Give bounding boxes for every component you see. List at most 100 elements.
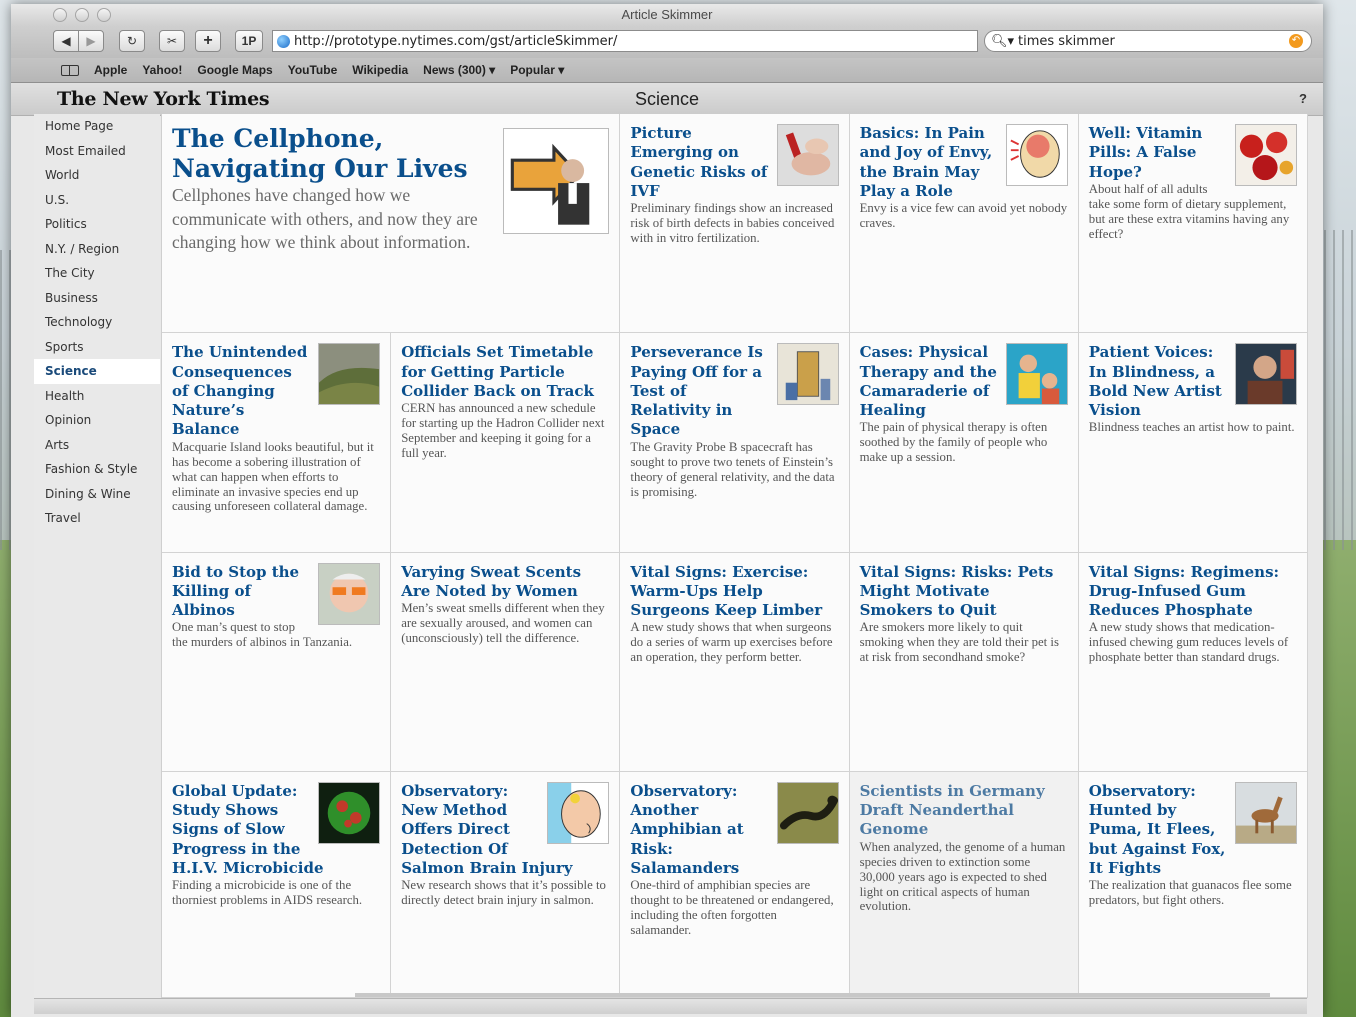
bookmarks-bar: Apple Yahoo! Google Maps YouTube Wikiped… bbox=[11, 58, 1323, 83]
back-button[interactable]: ◀ bbox=[53, 30, 79, 52]
article-card[interactable]: Observatory: Another Amphibian at Risk: … bbox=[620, 771, 850, 998]
search-text: times skimmer bbox=[1018, 33, 1115, 49]
article-headline[interactable]: Vital Signs: Exercise: Warm-Ups Help Sur… bbox=[630, 563, 838, 621]
url-text: http://prototype.nytimes.com/gst/article… bbox=[294, 33, 618, 49]
article-summary: New research shows that it’s possible to… bbox=[401, 878, 606, 908]
sidebar-item-dining-wine[interactable]: Dining & Wine bbox=[34, 482, 160, 507]
bookmark-popular-folder[interactable]: Popular ▾ bbox=[510, 63, 564, 77]
sidebar-item-n-y-region[interactable]: N.Y. / Region bbox=[34, 237, 160, 262]
scissors-icon: ✂ bbox=[166, 34, 178, 48]
bookmark-youtube[interactable]: YouTube bbox=[288, 63, 338, 77]
article-card[interactable]: The Unintended Consequences of Changing … bbox=[162, 333, 392, 553]
article-summary: The pain of physical therapy is often so… bbox=[859, 420, 1048, 465]
sidebar-item-science[interactable]: Science bbox=[34, 359, 160, 384]
forward-arrow-icon: ▶ bbox=[86, 34, 96, 48]
sidebar-item-most-emailed[interactable]: Most Emailed bbox=[34, 139, 160, 164]
sidebar-item-opinion[interactable]: Opinion bbox=[34, 408, 160, 433]
forward-button[interactable]: ▶ bbox=[78, 30, 104, 52]
article-card[interactable]: Vital Signs: Exercise: Warm-Ups Help Sur… bbox=[620, 552, 850, 772]
sidebar-item-fashion-style[interactable]: Fashion & Style bbox=[34, 457, 160, 482]
sidebar-item-world[interactable]: World bbox=[34, 163, 160, 188]
search-field[interactable]: 🔍︎▾ times skimmer ↶ bbox=[984, 30, 1312, 52]
guanaco-thumbnail[interactable] bbox=[1234, 781, 1297, 844]
man-sunglasses-thumbnail[interactable] bbox=[318, 562, 381, 625]
snippet-button[interactable]: ✂ bbox=[159, 30, 185, 52]
article-summary: The realization that guanacos flee some … bbox=[1088, 878, 1292, 908]
article-card[interactable]: Basics: In Pain and Joy of Envy, the Bra… bbox=[849, 114, 1079, 334]
bookmark-news-folder[interactable]: News (300) ▾ bbox=[423, 63, 495, 77]
article-summary: A new study shows that medication-infuse… bbox=[1088, 620, 1289, 665]
article-summary: About half of all adults take some form … bbox=[1088, 181, 1290, 241]
onepassword-button[interactable]: 1P bbox=[235, 30, 263, 52]
address-bar[interactable]: http://prototype.nytimes.com/gst/article… bbox=[272, 30, 978, 52]
cellphone-man-arrow-thumbnail[interactable] bbox=[503, 128, 610, 234]
sidebar-item-arts[interactable]: Arts bbox=[34, 433, 160, 458]
sidebar-item-the-city[interactable]: The City bbox=[34, 261, 160, 286]
hands-test-tube-thumbnail[interactable] bbox=[776, 124, 839, 186]
article-card[interactable]: Cases: Physical Therapy and the Camarade… bbox=[849, 333, 1079, 553]
virus-green-thumbnail[interactable] bbox=[318, 781, 381, 844]
featured-article-card[interactable]: The Cellphone, Navigating Our Lives Cellp… bbox=[162, 114, 621, 334]
article-card[interactable]: Vital Signs: Risks: Pets Might Motivate … bbox=[849, 552, 1079, 772]
article-headline[interactable]: Vital Signs: Regimens: Drug-Infused Gum … bbox=[1089, 563, 1297, 621]
globe-icon bbox=[277, 34, 290, 48]
bookmark-wikipedia[interactable]: Wikipedia bbox=[352, 63, 408, 77]
article-card[interactable]: Picture Emerging on Genetic Risks of IVF… bbox=[620, 114, 850, 334]
bookmark-yahoo[interactable]: Yahoo! bbox=[142, 63, 182, 77]
salamander-thumbnail[interactable] bbox=[776, 781, 839, 844]
horizontal-scrollbar[interactable] bbox=[355, 993, 1270, 997]
back-arrow-icon: ◀ bbox=[61, 34, 71, 48]
therapy-illustration-thumbnail[interactable] bbox=[1005, 343, 1068, 406]
article-card[interactable]: Patient Voices: In Blindness, a Bold New… bbox=[1078, 333, 1308, 553]
article-summary: Preliminary findings show an increased r… bbox=[630, 201, 835, 245]
article-card[interactable]: Well: Vitamin Pills: A False Hope? About … bbox=[1078, 114, 1308, 334]
article-headline[interactable]: Officials Set Timetable for Getting Part… bbox=[401, 343, 609, 401]
article-card[interactable]: Varying Sweat Scents Are Noted by Women M… bbox=[391, 552, 621, 772]
sidebar-item-politics[interactable]: Politics bbox=[34, 212, 160, 237]
cartoon-head-thumbnail[interactable] bbox=[547, 781, 610, 844]
sidebar-item-health[interactable]: Health bbox=[34, 384, 160, 409]
article-card[interactable]: Global Update: Study Shows Signs of Slow… bbox=[162, 771, 392, 998]
bookmarks-book-icon[interactable] bbox=[61, 64, 79, 76]
article-summary: Macquarie Island looks beautiful, but it… bbox=[172, 439, 374, 514]
section-title: Science bbox=[634, 89, 700, 109]
article-summary: Blindness teaches an artist how to paint… bbox=[1088, 420, 1295, 435]
strawberries-pills-thumbnail[interactable] bbox=[1234, 124, 1297, 186]
brain-illustration-thumbnail[interactable] bbox=[1005, 124, 1068, 186]
article-card[interactable]: Vital Signs: Regimens: Drug-Infused Gum … bbox=[1078, 552, 1308, 772]
island-hillside-thumbnail[interactable] bbox=[318, 343, 381, 406]
section-sidebar: Home Page Most Emailed World U.S. Politics N.… bbox=[34, 114, 160, 998]
article-headline[interactable]: Scientists in Germany Draft Neanderthal … bbox=[860, 782, 1068, 840]
window-title: Article Skimmer bbox=[621, 7, 713, 22]
add-bookmark-button[interactable]: + bbox=[195, 30, 221, 52]
article-summary: The Gravity Probe B spacecraft has sough… bbox=[630, 439, 835, 499]
article-summary: Men’s sweat smells different when they a… bbox=[401, 601, 605, 645]
status-bar bbox=[34, 998, 1307, 1014]
search-icon: 🔍︎▾ bbox=[991, 33, 1015, 49]
spacecraft-lab-thumbnail[interactable] bbox=[776, 343, 839, 406]
bookmark-google-maps[interactable]: Google Maps bbox=[197, 63, 272, 77]
article-headline[interactable]: Vital Signs: Risks: Pets Might Motivate … bbox=[860, 563, 1068, 621]
artist-portrait-thumbnail[interactable] bbox=[1234, 343, 1297, 406]
sidebar-item-travel[interactable]: Travel bbox=[34, 506, 160, 531]
article-card[interactable]: Perseverance Is Paying Off for a Test of… bbox=[620, 333, 850, 553]
page-header: The New York Times Science ? bbox=[11, 83, 1323, 116]
reload-icon: ↻ bbox=[126, 34, 138, 48]
sidebar-item-u-s[interactable]: U.S. bbox=[34, 188, 160, 213]
article-card[interactable]: Officials Set Timetable for Getting Part… bbox=[391, 333, 621, 553]
snapback-icon[interactable]: ↶ bbox=[1289, 34, 1303, 48]
bookmark-apple[interactable]: Apple bbox=[94, 63, 127, 77]
sidebar-item-business[interactable]: Business bbox=[34, 286, 160, 311]
sidebar-item-technology[interactable]: Technology bbox=[34, 310, 160, 335]
help-button[interactable]: ? bbox=[1299, 91, 1307, 106]
article-card[interactable]: Observatory: Hunted by Puma, It Flees, b… bbox=[1078, 771, 1308, 998]
article-card[interactable]: Bid to Stop the Killing of Albinos One ma… bbox=[162, 552, 392, 772]
article-summary: Envy is a vice few can avoid yet nobody … bbox=[859, 201, 1068, 231]
browser-toolbar: ◀ ▶ ↻ ✂ + 1P http://prototype.nytimes.co… bbox=[11, 26, 1323, 58]
article-headline[interactable]: Varying Sweat Scents Are Noted by Women bbox=[401, 563, 609, 602]
article-card[interactable]: Observatory: New Method Offers Direct De… bbox=[391, 771, 621, 998]
article-card[interactable]: Scientists in Germany Draft Neanderthal … bbox=[849, 771, 1079, 998]
sidebar-item-sports[interactable]: Sports bbox=[34, 335, 160, 360]
sidebar-item-home-page[interactable]: Home Page bbox=[34, 114, 160, 139]
reload-button[interactable]: ↻ bbox=[119, 30, 145, 52]
